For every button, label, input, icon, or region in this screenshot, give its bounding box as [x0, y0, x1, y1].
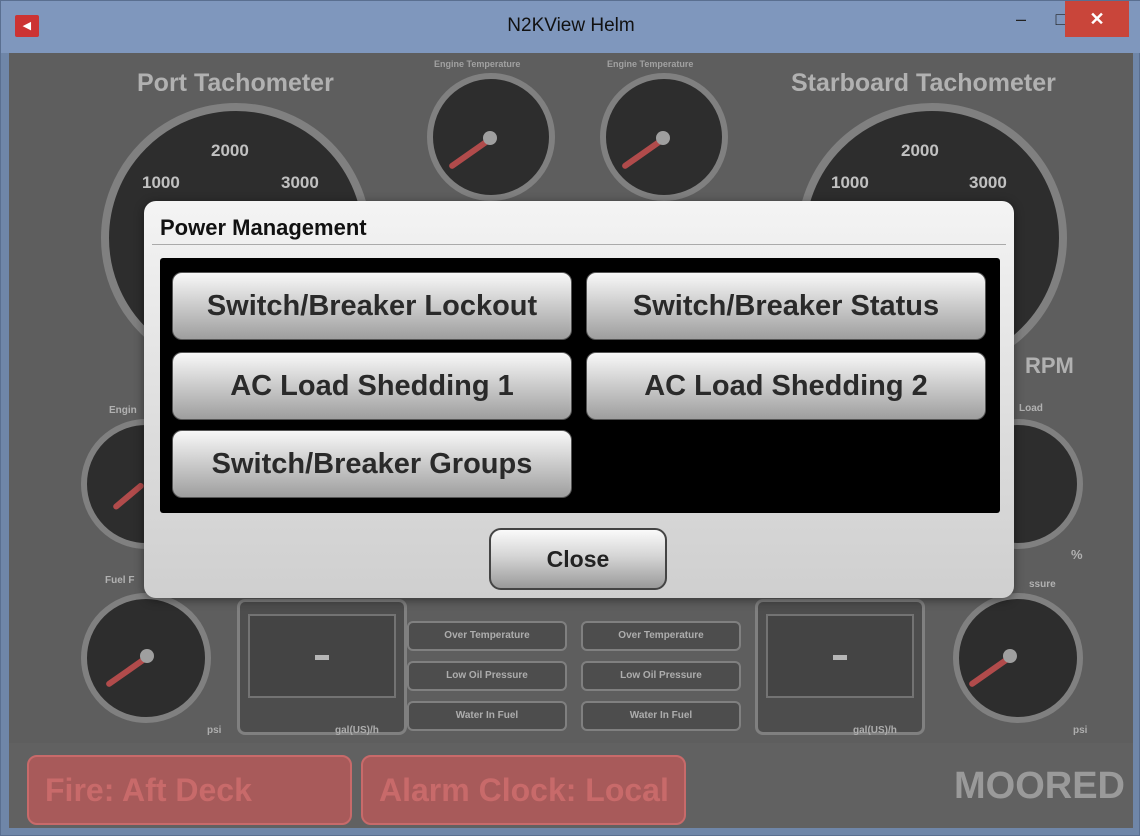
alarm-clock-local[interactable]: Alarm Clock: Local: [361, 755, 686, 825]
dialog-close-button[interactable]: Close: [489, 528, 667, 590]
ac-load-shedding-2-button[interactable]: AC Load Shedding 2: [586, 352, 986, 420]
window-title: N2KView Helm: [507, 15, 635, 36]
dialog-divider: [152, 244, 1006, 245]
status-bar: Fire: Aft Deck Alarm Clock: Local MOORED: [9, 743, 1133, 828]
ac-load-shedding-1-button[interactable]: AC Load Shedding 1: [172, 352, 572, 420]
power-management-dialog: Power Management Switch/Breaker Lockout …: [144, 201, 1014, 598]
dialog-button-panel: Switch/Breaker Lockout Switch/Breaker St…: [160, 258, 1000, 513]
title-bar[interactable]: ◂ N2KView Helm – □ ✕: [1, 1, 1140, 53]
switch-breaker-status-button[interactable]: Switch/Breaker Status: [586, 272, 986, 340]
window-close-button[interactable]: ✕: [1065, 1, 1129, 37]
app-window: ◂ N2KView Helm – □ ✕ Port Tachometer 100…: [0, 0, 1140, 836]
alarm-fire-aft-deck[interactable]: Fire: Aft Deck: [27, 755, 352, 825]
switch-breaker-lockout-button[interactable]: Switch/Breaker Lockout: [172, 272, 572, 340]
dialog-title: Power Management: [160, 215, 367, 240]
mode-status: MOORED: [954, 765, 1125, 807]
switch-breaker-groups-button[interactable]: Switch/Breaker Groups: [172, 430, 572, 498]
